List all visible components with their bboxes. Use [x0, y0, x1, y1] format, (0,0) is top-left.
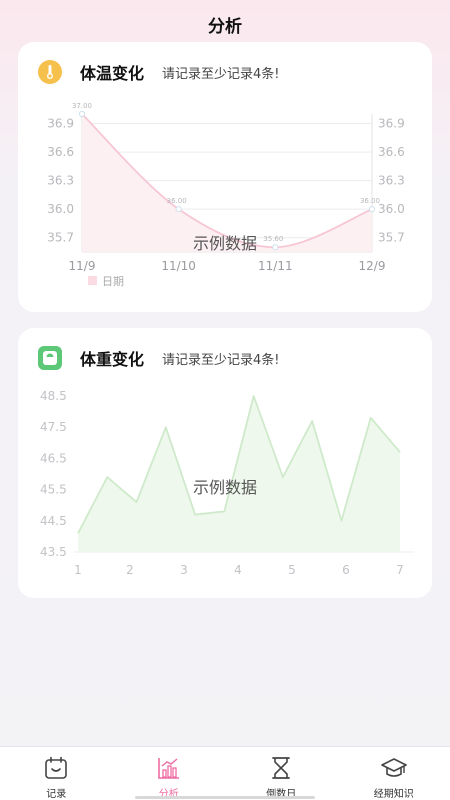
tab-period-knowledge[interactable]: 经期知识 — [338, 747, 450, 800]
temperature-card-hint: 请记录至少记录4条! — [162, 66, 280, 82]
temp-xtick: 11/9 — [69, 259, 96, 273]
home-indicator — [135, 796, 315, 799]
temperature-card-title: 体温变化 — [80, 64, 145, 83]
temp-xtick: 11/10 — [161, 259, 196, 273]
weight-xtick: 6 — [342, 563, 350, 577]
temp-point — [78, 110, 86, 118]
temp-xtick: 12/9 — [359, 259, 386, 273]
weight-xtick: 7 — [396, 563, 404, 577]
temp-ytick-right: 36.9 — [378, 117, 405, 131]
temp-ytick-left: 36.9 — [47, 117, 74, 131]
weight-xtick: 2 — [126, 563, 134, 577]
bottom-tab-bar: 记录 分析 倒数日 经期知识 — [0, 746, 450, 800]
tab-record[interactable]: 记录 — [0, 747, 113, 800]
thermometer-icon — [38, 60, 62, 84]
temp-legend-swatch — [88, 276, 97, 285]
temp-point — [175, 206, 182, 213]
temp-ytick-right: 36.3 — [378, 174, 405, 188]
weight-xtick: 4 — [234, 563, 242, 577]
weight-ytick: 46.5 — [40, 451, 67, 465]
weight-watermark: 示例数据 — [192, 478, 257, 497]
tab-record-label: 记录 — [46, 789, 67, 800]
weight-xtick: 1 — [74, 563, 82, 577]
page-header: 分析 — [0, 0, 450, 48]
chart-icon — [157, 758, 179, 779]
tab-countdown[interactable]: 倒数日 — [225, 747, 338, 800]
temperature-card: 体温变化 请记录至少记录4条! 36.9 36.9 36.6 36.6 36.3 36.3… — [18, 42, 432, 312]
weight-card-header: 体重变化 请记录至少记录4条! — [38, 346, 280, 370]
weight-ytick: 43.5 — [40, 545, 67, 559]
tab-analysis[interactable]: 分析 — [113, 747, 226, 800]
temperature-watermark: 示例数据 — [192, 234, 257, 253]
temperature-chart: 36.9 36.9 36.6 36.6 36.3 36.3 36.0 36.0 35.7 35.7… — [18, 102, 432, 312]
weight-ytick: 48.5 — [40, 389, 67, 403]
hourglass-icon — [272, 757, 291, 779]
graduation-cap-icon — [380, 758, 407, 777]
weight-card-title: 体重变化 — [80, 350, 145, 369]
weight-ytick: 47.5 — [40, 420, 67, 434]
temp-xtick: 11/11 — [258, 259, 293, 273]
temperature-card-header: 体温变化 请记录至少记录4条! — [38, 60, 280, 84]
temp-ytick-right: 36.0 — [378, 202, 405, 216]
temp-ytick-left: 36.3 — [47, 174, 74, 188]
temp-ytick-right: 36.6 — [378, 145, 405, 159]
temp-data-label: 36.00 — [360, 197, 380, 205]
temp-ytick-left: 36.0 — [47, 202, 74, 216]
weight-ytick: 44.5 — [40, 514, 67, 528]
weight-xtick: 5 — [288, 563, 296, 577]
temp-legend-label: 日期 — [102, 275, 124, 288]
temp-data-label: 36.00 — [167, 197, 187, 205]
scale-icon — [38, 346, 62, 370]
page-title: 分析 — [208, 16, 242, 37]
temperature-chart-svg: 36.9 36.936.6 36.636.3 36.336.0 36.035.7 35.7… — [47, 102, 405, 288]
weight-card: 体重变化 请记录至少记录4条! 48.5 47.5 46.5 45.5 44.5 43.5… — [18, 328, 432, 598]
weight-xtick: 3 — [180, 563, 188, 577]
calendar-icon — [45, 756, 68, 779]
temp-point — [368, 206, 376, 213]
weight-chart: 48.5 47.5 46.5 45.5 44.5 43.5 1 2 3 4 5 6 7 示例数据 — [18, 388, 432, 598]
temp-ytick-left: 36.6 — [47, 145, 74, 159]
weight-card-hint: 请记录至少记录4条! — [162, 352, 280, 368]
temp-data-label: 37.00 — [72, 102, 92, 110]
tab-period-knowledge-label: 经期知识 — [373, 789, 414, 800]
